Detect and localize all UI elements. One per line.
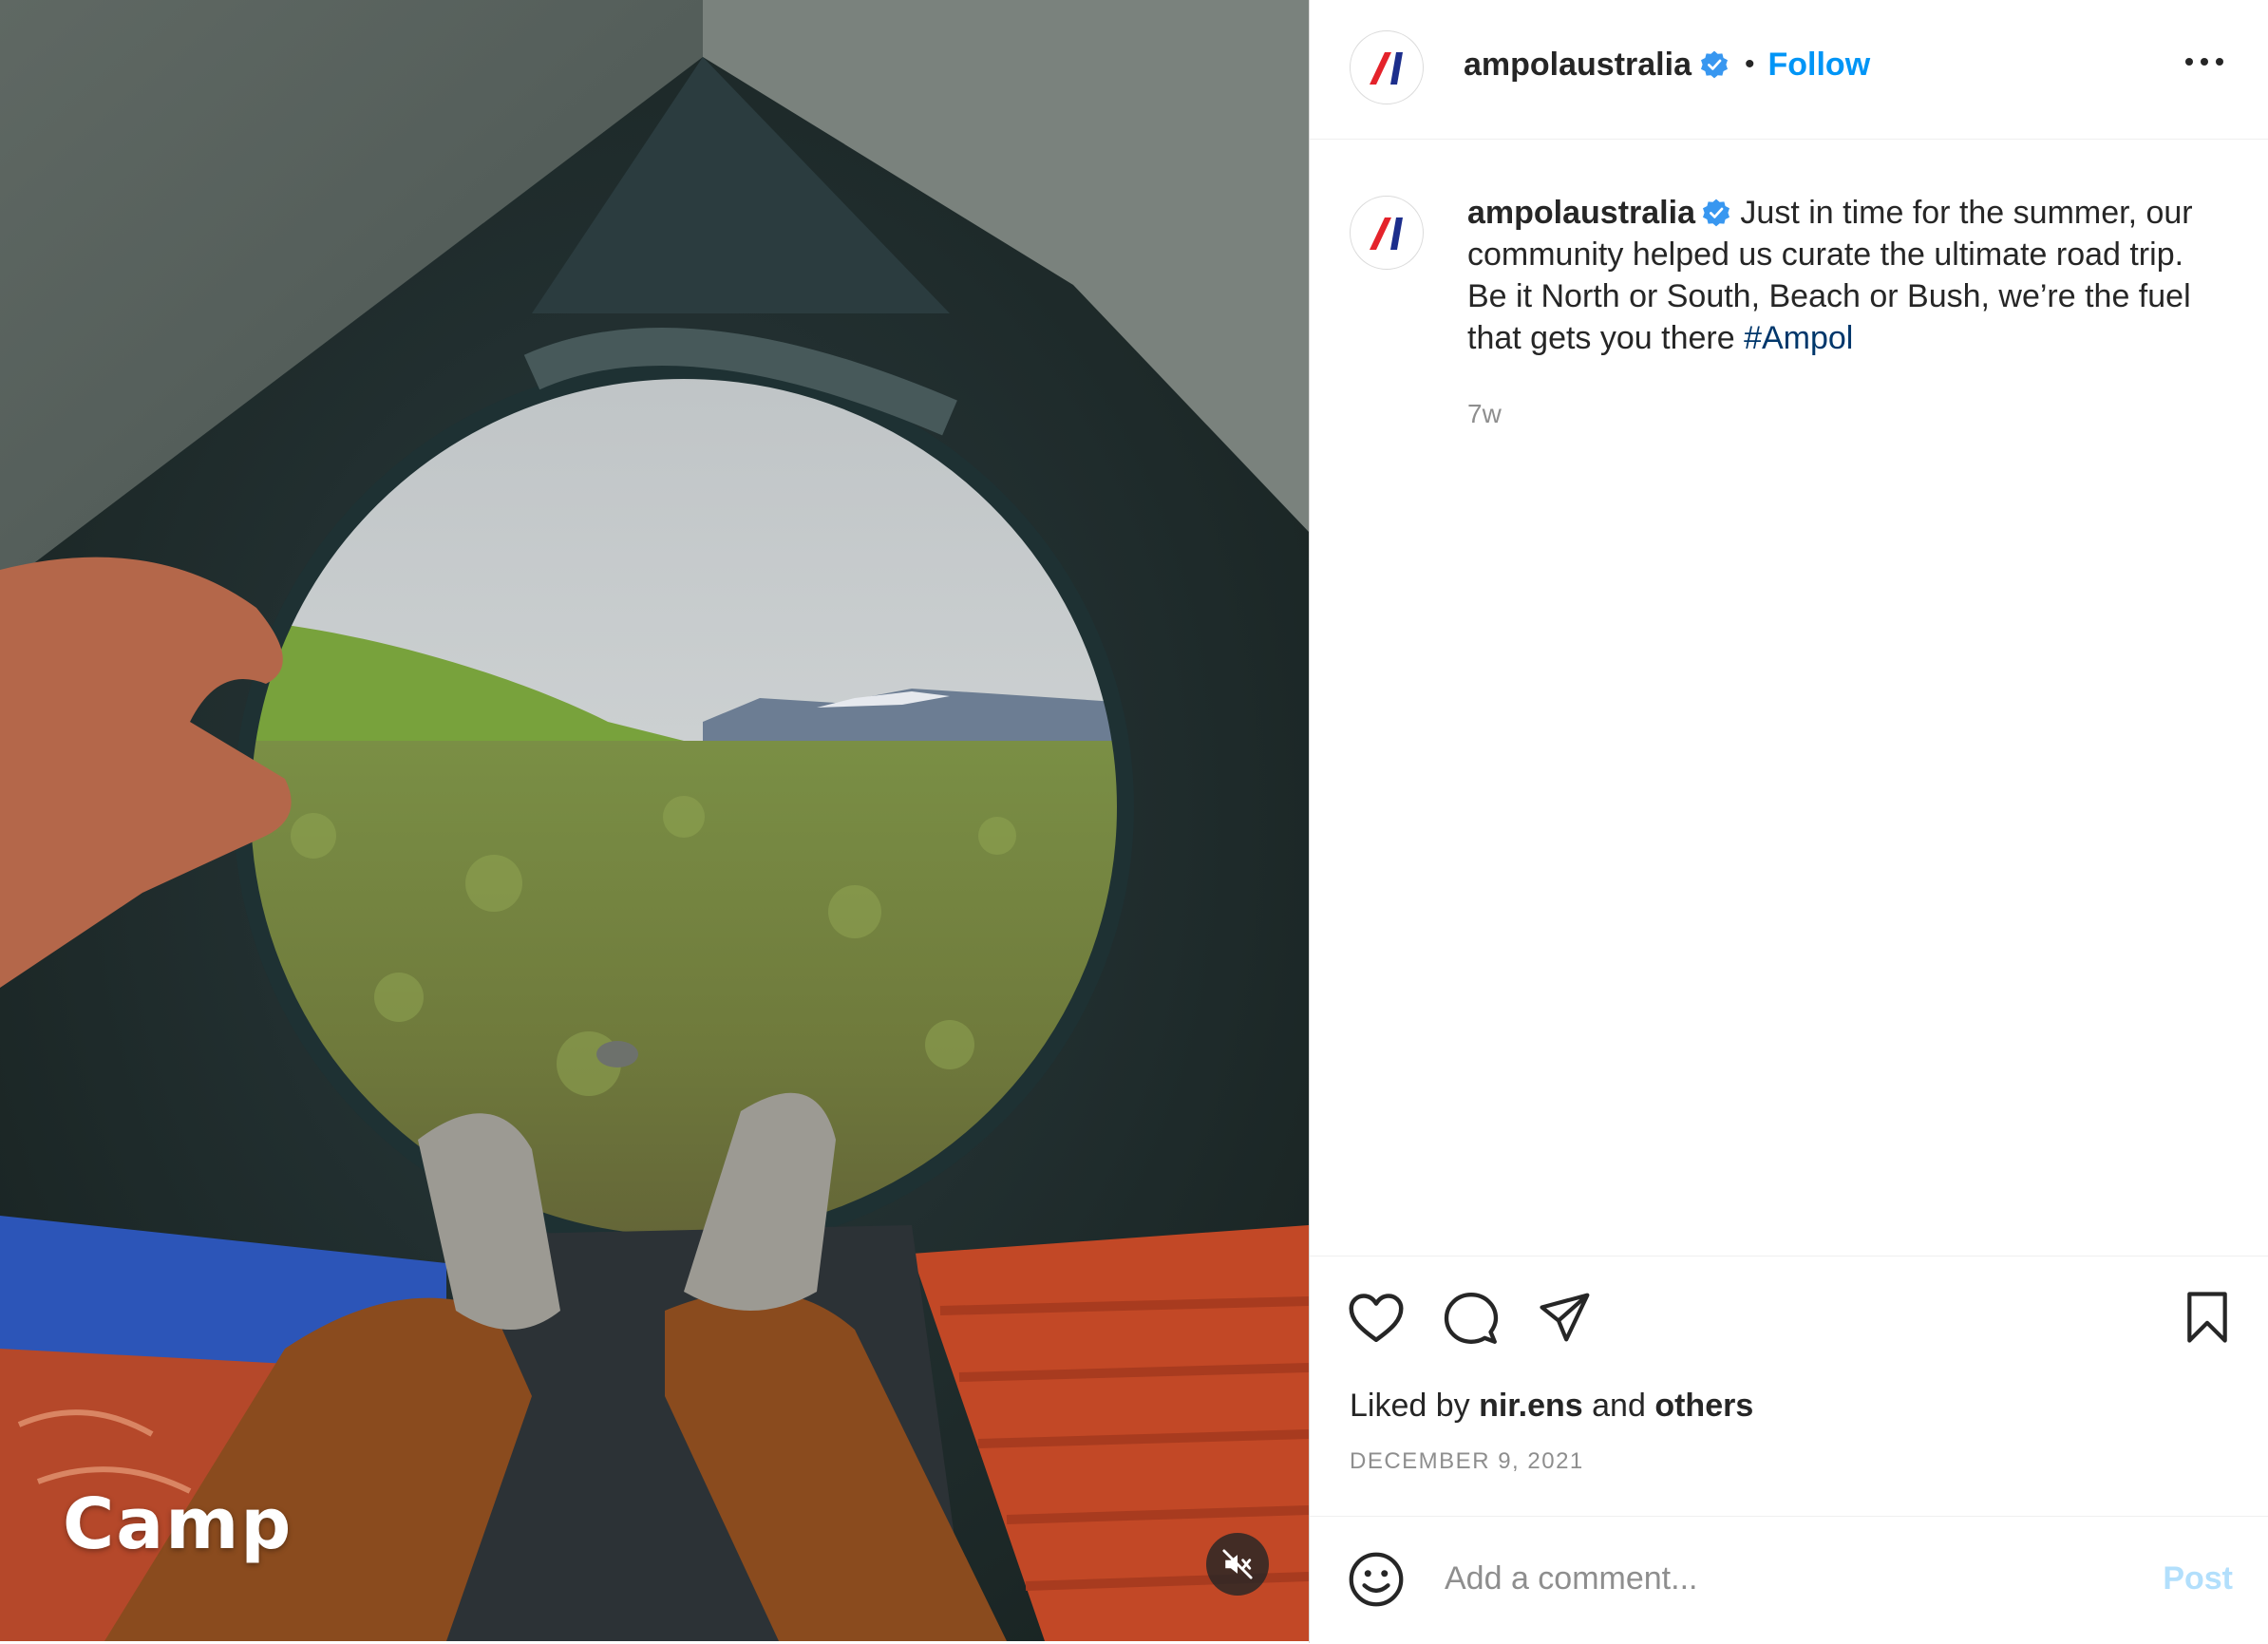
comment-icon xyxy=(1444,1293,1499,1344)
instagram-post-view: Camp ampolaustralia • Follow ampolaustra… xyxy=(0,0,2268,1643)
likes-prefix: Liked by xyxy=(1350,1388,1480,1424)
caption-avatar[interactable] xyxy=(1350,196,1424,270)
comment-button[interactable] xyxy=(1443,1291,1500,1351)
post-header: ampolaustralia • Follow xyxy=(1310,0,2268,140)
likes-middle: and xyxy=(1582,1388,1655,1424)
paper-plane-icon xyxy=(1540,1293,1590,1342)
smiley-icon xyxy=(1349,1552,1404,1607)
post-date[interactable]: DECEMBER 9, 2021 xyxy=(1350,1448,1584,1475)
likes-others-link[interactable]: others xyxy=(1654,1388,1753,1424)
caption-username-link[interactable]: ampolaustralia xyxy=(1467,195,1695,231)
emoji-picker-button[interactable] xyxy=(1348,1551,1405,1613)
more-options-icon xyxy=(2185,58,2223,66)
add-comment-bar: Post xyxy=(1310,1516,2268,1644)
post-comment-button[interactable]: Post xyxy=(2163,1560,2233,1597)
speaker-muted-icon xyxy=(1222,1549,1253,1579)
liker-username-link[interactable]: nir.ens xyxy=(1479,1388,1583,1424)
header-user-row: ampolaustralia • Follow xyxy=(1464,44,1870,85)
avatar[interactable] xyxy=(1350,30,1424,104)
likes-summary: Liked by nir.ens and others xyxy=(1350,1388,1753,1425)
share-button[interactable] xyxy=(1538,1291,1593,1349)
mute-toggle-button[interactable] xyxy=(1206,1533,1269,1596)
verified-badge-icon xyxy=(1702,198,1729,227)
verified-badge-icon xyxy=(1700,50,1728,79)
header-username-link[interactable]: ampolaustralia xyxy=(1464,47,1692,84)
bookmark-icon xyxy=(2187,1292,2227,1343)
tent-scene-image xyxy=(0,0,1309,1641)
like-button[interactable] xyxy=(1348,1291,1405,1349)
caption-timestamp[interactable]: 7w xyxy=(1467,399,1502,429)
more-options-button[interactable] xyxy=(2183,55,2225,73)
ampol-logo-icon xyxy=(1370,217,1403,250)
post-caption: ampolaustralia Just in time for the summ… xyxy=(1467,192,2227,359)
comment-input[interactable] xyxy=(1443,1549,2111,1608)
post-details-panel: ampolaustralia • Follow ampolaustralia J… xyxy=(1309,0,2268,1643)
heart-icon xyxy=(1349,1294,1404,1342)
separator-dot: • xyxy=(1744,48,1755,80)
save-button[interactable] xyxy=(2183,1291,2231,1349)
hashtag-link[interactable]: #Ampol xyxy=(1744,320,1853,356)
video-overlay-caption: Camp xyxy=(63,1483,293,1565)
follow-button[interactable]: Follow xyxy=(1768,47,1871,84)
post-actions: Liked by nir.ens and others DECEMBER 9, … xyxy=(1310,1256,2268,1515)
ampol-logo-icon xyxy=(1370,52,1403,85)
post-video[interactable]: Camp xyxy=(0,0,1309,1641)
